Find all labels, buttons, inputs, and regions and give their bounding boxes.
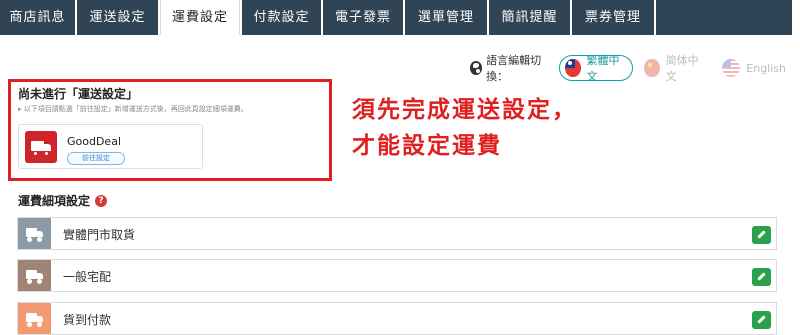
delivery-truck-icon: [18, 218, 51, 249]
delivery-truck-icon: [18, 303, 51, 334]
tab-bar: 商店訊息 運送設定 運費設定 付款設定 電子發票 選單管理 簡訊提醒 票券管理: [0, 0, 800, 35]
tab-sms-reminder[interactable]: 簡訊提醒: [489, 0, 570, 35]
provider-name: GoodDeal: [67, 135, 122, 148]
language-option-traditional-chinese[interactable]: 繁體中文: [559, 54, 634, 83]
us-flag-icon: [722, 59, 741, 77]
language-option-label: 繁體中文: [586, 54, 620, 83]
fee-row-cash-on-delivery: 貨到付款: [17, 302, 777, 335]
annotation-line-2: 才能設定運費: [352, 133, 502, 159]
language-switcher: 語言編輯切換： 繁體中文 简体中文 English: [470, 54, 800, 83]
delivery-truck-icon: [18, 260, 51, 291]
go-to-settings-button[interactable]: 前往設定: [67, 152, 125, 165]
edit-pencil-icon[interactable]: [752, 226, 771, 244]
notice-description: ▸ 以下項目請點選「前往設定」新增運送方式後，再回此頁設定細項運費。: [18, 105, 248, 113]
provider-card: GoodDeal 前往設定: [18, 124, 203, 169]
tab-e-invoice[interactable]: 電子發票: [323, 0, 403, 35]
tab-shipping-settings[interactable]: 運送設定: [77, 0, 158, 35]
section-title: 運費細項設定 ?: [18, 192, 108, 209]
fee-row-label: 一般宅配: [63, 270, 112, 284]
globe-icon: [470, 61, 483, 75]
china-flag-icon: [644, 59, 660, 77]
language-option-label: English: [746, 61, 786, 75]
fee-row-store-pickup: 實體門市取貨: [17, 217, 777, 250]
notice-title: 尚未進行「運送設定」: [18, 87, 139, 101]
fee-row-label: 實體門市取貨: [63, 228, 136, 242]
language-option-simplified-chinese[interactable]: 简体中文: [639, 54, 711, 83]
tab-store-info[interactable]: 商店訊息: [0, 0, 75, 35]
language-option-english[interactable]: English: [717, 55, 794, 81]
tab-bar-extension: [656, 0, 792, 35]
tab-payment-settings[interactable]: 付款設定: [242, 0, 321, 35]
section-title-text: 運費細項設定: [18, 194, 91, 208]
fee-row-label: 貨到付款: [63, 313, 112, 327]
tab-shipping-fee-settings[interactable]: 運費設定: [160, 0, 240, 35]
taiwan-flag-icon: [565, 59, 581, 77]
fee-row-home-delivery: 一般宅配: [17, 259, 777, 292]
edit-pencil-icon[interactable]: [752, 311, 771, 329]
tab-menu-management[interactable]: 選單管理: [405, 0, 487, 35]
question-circle-icon[interactable]: ?: [95, 194, 108, 207]
edit-pencil-icon[interactable]: [752, 268, 771, 286]
language-option-label: 简体中文: [665, 54, 699, 83]
language-switch-label: 語言編輯切換：: [486, 54, 542, 83]
tab-ticket-management[interactable]: 票券管理: [572, 0, 654, 35]
annotation-text: 須先完成運送設定， 才能設定運費: [352, 92, 577, 164]
annotation-line-1: 須先完成運送設定，: [352, 97, 577, 123]
delivery-truck-icon: [25, 131, 57, 163]
